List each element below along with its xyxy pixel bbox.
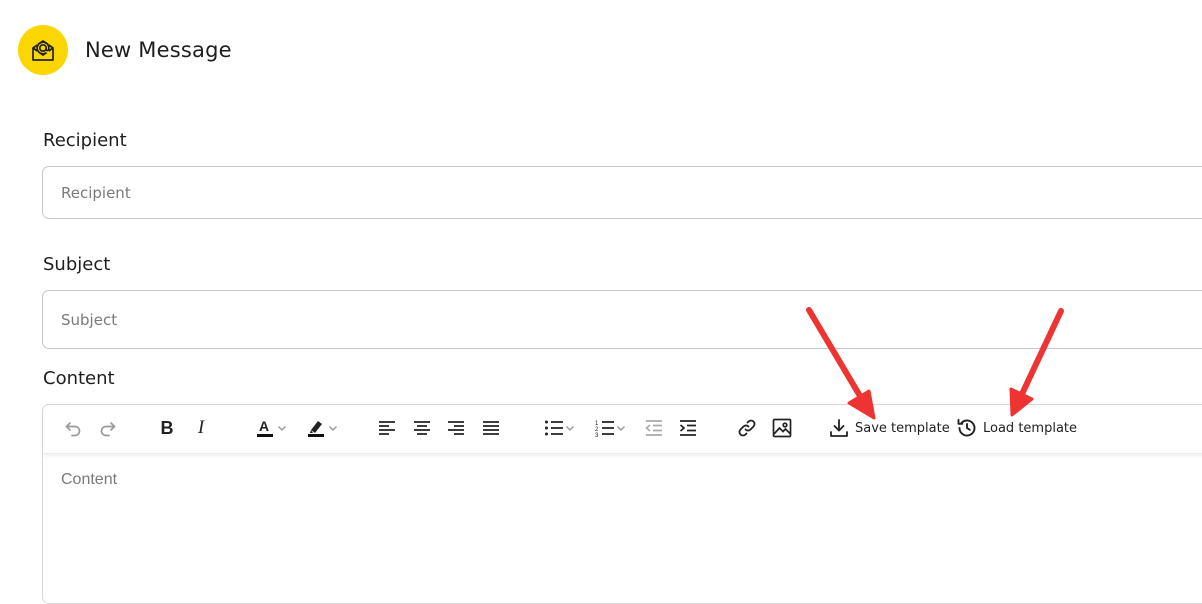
- align-right-icon: [448, 421, 464, 435]
- content-editor: B I A 1 2 3 Save template Load template …: [42, 404, 1202, 604]
- recipient-field-wrapper: [42, 166, 1202, 219]
- undo-icon: [65, 422, 81, 437]
- outdent-icon: [645, 420, 662, 436]
- numbered-list-icon: 1 2 3: [595, 421, 614, 437]
- align-center-button[interactable]: [410, 415, 434, 441]
- align-center-icon: [414, 421, 430, 435]
- subject-label: Subject: [43, 254, 111, 275]
- link-icon: [738, 419, 756, 437]
- subject-field-wrapper: [42, 290, 1202, 349]
- link-button[interactable]: [735, 415, 759, 441]
- chevron-down-icon: [329, 426, 337, 431]
- italic-button[interactable]: I: [189, 415, 213, 441]
- svg-text:3: 3: [595, 433, 599, 437]
- image-button[interactable]: [770, 415, 794, 441]
- load-template-button[interactable]: Load template: [956, 415, 1077, 441]
- download-icon: [830, 419, 848, 437]
- chevron-down-icon: [617, 426, 625, 431]
- redo-button[interactable]: [96, 415, 120, 441]
- bullet-list-icon: [545, 420, 563, 436]
- recipient-label: Recipient: [43, 130, 127, 151]
- subject-input[interactable]: [43, 291, 1202, 348]
- text-color-icon: A: [257, 418, 273, 437]
- page-title: New Message: [85, 38, 232, 62]
- align-justify-button[interactable]: [479, 415, 503, 441]
- indent-icon: [679, 420, 696, 436]
- chevron-down-icon: [566, 426, 574, 431]
- align-right-button[interactable]: [444, 415, 468, 441]
- svg-text:A: A: [259, 418, 269, 434]
- numbered-list-button[interactable]: 1 2 3: [589, 415, 633, 441]
- align-left-icon: [379, 421, 395, 435]
- bullet-list-button[interactable]: [538, 415, 582, 441]
- save-template-button[interactable]: Save template: [829, 415, 950, 441]
- highlighter-icon: [308, 421, 324, 437]
- text-color-button[interactable]: A: [248, 415, 294, 441]
- image-icon: [772, 418, 792, 438]
- outdent-button[interactable]: [642, 415, 666, 441]
- editor-content-area[interactable]: Content: [61, 471, 117, 489]
- redo-icon: [100, 422, 116, 437]
- editor-placeholder: Content: [61, 471, 118, 488]
- bold-button[interactable]: B: [155, 415, 179, 441]
- undo-button[interactable]: [61, 415, 85, 441]
- history-icon: [957, 419, 976, 437]
- save-template-label: Save template: [855, 420, 950, 436]
- recipient-input[interactable]: [43, 167, 1202, 218]
- italic-icon: I: [197, 417, 205, 438]
- highlight-button[interactable]: [299, 415, 345, 441]
- editor-toolbar: B I A 1 2 3 Save template Load template: [43, 405, 1202, 454]
- bold-icon: B: [160, 417, 174, 438]
- content-label: Content: [43, 368, 115, 389]
- chevron-down-icon: [278, 426, 286, 431]
- indent-button[interactable]: [676, 415, 700, 441]
- load-template-label: Load template: [983, 420, 1078, 436]
- page-header: New Message: [18, 25, 232, 75]
- align-left-button[interactable]: [375, 415, 399, 441]
- mail-open-icon: [18, 25, 68, 75]
- align-justify-icon: [483, 421, 499, 435]
